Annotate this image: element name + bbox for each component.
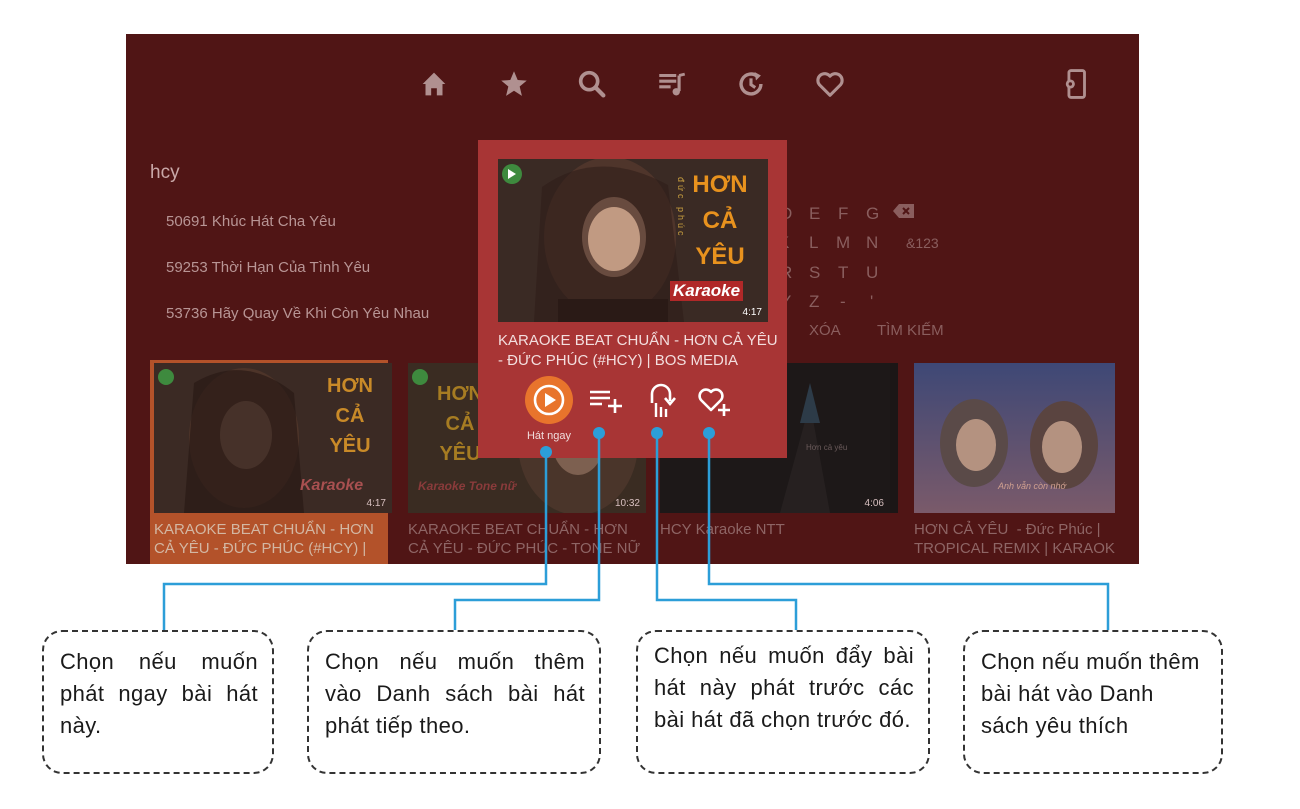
note-play-next: Chọn nếu muốn đẩy bài hát này phát trước…	[636, 630, 930, 774]
note-play-now: Chọn nếu muốn phát ngay bài hát này.	[42, 630, 274, 774]
note-add-to-queue: Chọn nếu muốn thêm vào Danh sách bài hát…	[307, 630, 601, 774]
note-add-favorite: Chọn nếu muốn thêm bài hát vào Danh sách…	[963, 630, 1223, 774]
